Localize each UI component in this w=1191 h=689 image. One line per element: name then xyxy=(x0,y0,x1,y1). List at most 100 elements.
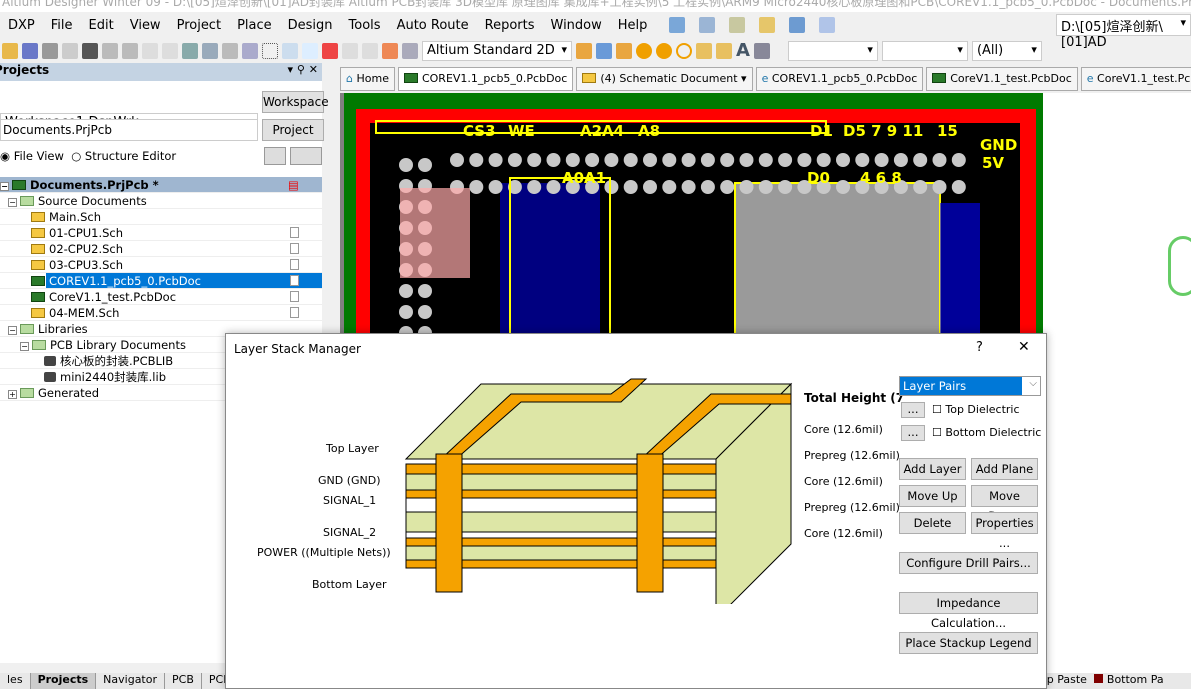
layer-pairs-select[interactable]: Layer Pairs ⌵ xyxy=(899,376,1041,396)
undo-icon[interactable] xyxy=(342,42,358,59)
doc-tab-home[interactable]: ⌂ Home xyxy=(340,67,395,91)
tree-item-project[interactable]: − Documents.PrjPcb * ▤ xyxy=(0,177,322,193)
place-stackup-legend-button[interactable]: Place Stackup Legend xyxy=(899,632,1038,654)
menu-file[interactable]: File xyxy=(43,18,81,33)
3d-icon[interactable] xyxy=(82,42,98,59)
bottom-dielectric-checkbox[interactable]: ☐ Bottom Dielectric xyxy=(932,426,1041,439)
project-button[interactable]: Project xyxy=(262,119,324,141)
class-select[interactable] xyxy=(881,40,968,61)
tab-files[interactable]: les xyxy=(0,673,31,689)
fill-icon[interactable] xyxy=(696,42,712,59)
multi-route-icon[interactable] xyxy=(616,42,632,59)
menu-view[interactable]: View xyxy=(122,18,169,33)
delete-button[interactable]: Delete xyxy=(899,512,966,534)
route-icon[interactable] xyxy=(576,42,592,59)
project-field[interactable]: Documents.PrjPcb xyxy=(0,119,258,141)
tree-item-doc-selected[interactable]: COREV1.1_pcb5_0.PcbDoc xyxy=(0,273,322,289)
layer-tab-top-paste[interactable]: op Paste xyxy=(1040,673,1087,686)
select-area-icon[interactable] xyxy=(262,42,278,59)
doc-tab[interactable]: CoreV1.1_test.PcbDoc xyxy=(926,67,1078,91)
tree-item-doc[interactable]: 03-CPU3.Sch xyxy=(0,257,322,273)
configure-drill-pairs-button[interactable]: Configure Drill Pairs... xyxy=(899,552,1038,574)
zoom-fit-icon[interactable] xyxy=(102,42,118,59)
cut-icon[interactable] xyxy=(182,42,198,59)
tab-navigator[interactable]: Navigator xyxy=(96,673,165,689)
top-dielectric-button[interactable]: ... xyxy=(901,402,925,418)
floating-widget[interactable] xyxy=(1168,236,1191,296)
grid-icon[interactable] xyxy=(819,17,836,33)
doc-tab[interactable]: (4) Schematic Document ▾ xyxy=(576,67,753,91)
close-button[interactable]: ✕ xyxy=(1018,339,1030,355)
browse-icon[interactable] xyxy=(402,42,418,59)
via-icon[interactable] xyxy=(656,42,672,59)
component-icon[interactable] xyxy=(753,42,770,59)
tree-item-doc[interactable]: 01-CPU1.Sch xyxy=(0,225,322,241)
menu-dxp[interactable]: DXP xyxy=(0,18,43,33)
paste-icon[interactable] xyxy=(222,42,238,59)
doc-tab[interactable]: e COREV1.1_pcb5_0.PcbDoc xyxy=(755,67,924,91)
impedance-calculation-button[interactable]: Impedance Calculation... xyxy=(899,592,1038,630)
properties-button[interactable]: Properties ... xyxy=(971,512,1038,550)
zoom-filter-icon[interactable] xyxy=(162,42,178,59)
view-mode-select[interactable]: Altium Standard 2D xyxy=(422,40,572,61)
top-dielectric-checkbox[interactable]: ☐ Top Dielectric xyxy=(932,403,1020,416)
pad-icon[interactable] xyxy=(636,42,652,59)
add-plane-button[interactable]: Add Plane xyxy=(971,458,1038,480)
print-preview-icon[interactable] xyxy=(62,42,78,59)
add-layer-button[interactable]: Add Layer xyxy=(899,458,966,480)
print-icon[interactable] xyxy=(42,42,58,59)
diff-pair-icon[interactable] xyxy=(596,42,612,59)
arc-icon[interactable] xyxy=(676,42,692,59)
help-button[interactable]: ? xyxy=(976,340,983,355)
zoom-area-icon[interactable] xyxy=(122,42,138,59)
menu-auto-route[interactable]: Auto Route xyxy=(389,18,477,33)
copy-icon[interactable] xyxy=(202,42,218,59)
string-icon[interactable]: A xyxy=(736,40,750,61)
zoom-selected-icon[interactable] xyxy=(142,42,158,59)
menu-edit[interactable]: Edit xyxy=(81,18,122,33)
tree-item-doc[interactable]: CoreV1.1_test.PcbDoc xyxy=(0,289,322,305)
room-icon[interactable] xyxy=(789,17,806,33)
move-up-button[interactable]: Move Up xyxy=(899,485,966,507)
workspace-button[interactable]: Workspace xyxy=(262,91,329,113)
tab-pcb[interactable]: PCB xyxy=(165,673,202,689)
sheet-icon[interactable] xyxy=(669,17,686,33)
doc-tab-active[interactable]: COREV1.1_pcb5_0.PcbDoc xyxy=(397,67,574,91)
tree-item-folder[interactable]: − Source Documents xyxy=(0,193,322,209)
cross-probe-icon[interactable] xyxy=(382,42,398,59)
tree-item-doc[interactable]: 04-MEM.Sch xyxy=(0,305,322,321)
tree-item-doc[interactable]: 02-CPU2.Sch xyxy=(0,241,322,257)
deselect-icon[interactable] xyxy=(302,42,318,59)
path-field[interactable]: D:\[05]煊泽创新\[01]AD xyxy=(1056,14,1191,50)
menu-design[interactable]: Design xyxy=(280,18,341,33)
file-view-radio[interactable]: ◉ File View xyxy=(0,149,64,163)
menu-reports[interactable]: Reports xyxy=(477,18,543,33)
rubber-stamp-icon[interactable] xyxy=(242,42,258,59)
menu-window[interactable]: Window xyxy=(543,18,610,33)
clear-filter-icon[interactable] xyxy=(322,42,338,59)
tab-projects[interactable]: Projects xyxy=(30,673,97,689)
compile-icon[interactable] xyxy=(264,147,286,165)
project-options-icon[interactable] xyxy=(290,147,322,165)
filter-select[interactable]: (All) xyxy=(971,40,1042,61)
doc-tab[interactable]: e CoreV1.1_test.PcbDoc xyxy=(1080,67,1191,91)
redo-icon[interactable] xyxy=(362,42,378,59)
tree-item-doc[interactable]: Main.Sch xyxy=(0,209,322,225)
menu-tools[interactable]: Tools xyxy=(341,18,389,33)
menu-project[interactable]: Project xyxy=(169,18,229,33)
move-icon[interactable] xyxy=(282,42,298,59)
find-icon[interactable] xyxy=(729,17,746,33)
bottom-dielectric-button[interactable]: ... xyxy=(901,425,925,441)
open-icon[interactable] xyxy=(2,42,18,59)
net-select[interactable] xyxy=(787,40,878,61)
menu-place[interactable]: Place xyxy=(229,18,280,33)
move-down-button[interactable]: Move Down xyxy=(971,485,1038,523)
layer-tab-bottom-paste[interactable]: Bottom Pa xyxy=(1094,673,1164,686)
polygon-icon[interactable] xyxy=(716,42,732,59)
structure-editor-radio[interactable]: ○ Structure Editor xyxy=(71,149,176,163)
ruler-icon[interactable] xyxy=(759,17,776,33)
align-icon[interactable] xyxy=(699,17,716,33)
menu-help[interactable]: Help xyxy=(610,18,656,33)
save-icon[interactable] xyxy=(22,42,38,59)
panel-controls[interactable]: ▾ ⚲ ✕ xyxy=(288,63,318,76)
